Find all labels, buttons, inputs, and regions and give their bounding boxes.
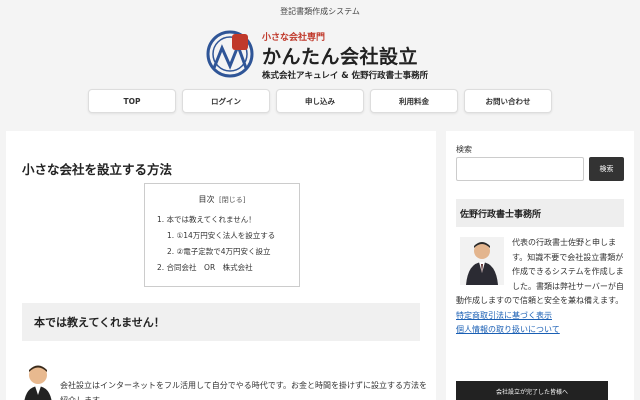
search-label: 検索	[456, 145, 472, 154]
office-widget-title: 佐野行政書士事務所	[456, 199, 624, 227]
toc-header: 目次 [閉じる]	[145, 194, 299, 205]
sidebar: 検索 検索 佐野行政書士事務所 代表の行政書士佐野と申します。知識不要で会社設立…	[446, 131, 634, 400]
toc-item-1[interactable]: 1. 本では教えてくれません！	[145, 212, 299, 228]
nav-pricing-button[interactable]: 利用料金	[370, 89, 458, 113]
global-nav: TOP ログイン 申し込み 利用料金 お問い合わせ	[88, 89, 552, 113]
search-input[interactable]	[456, 157, 584, 181]
nav-login-button[interactable]: ログイン	[182, 89, 270, 113]
intro-paragraph: 会社設立はインターネットをフル活用して自分でやる時代です。お金と時間を掛けずに設…	[60, 381, 427, 400]
office-widget-body: 代表の行政書士佐野と申します。知識不要で会社設立書類が作成できるシステムを作成し…	[456, 236, 628, 338]
tokusho-link[interactable]: 特定商取引法に基づく表示	[456, 311, 552, 320]
toc-item-1-2[interactable]: 2. ②電子定款で4万円安く設立	[145, 244, 299, 260]
toc-item-2[interactable]: 2. 合同会社 OR 株式会社	[145, 260, 299, 276]
site-title[interactable]: かんたん会社設立	[262, 42, 418, 69]
company-name: 株式会社アキュレイ & 佐野行政書士事務所	[262, 71, 429, 81]
toc-toggle-link[interactable]: [閉じる]	[219, 196, 245, 204]
table-of-contents: 目次 [閉じる] 1. 本では教えてくれません！ 1. ①14万円安く法人を設立…	[144, 183, 300, 287]
author-avatar-icon	[24, 365, 52, 400]
section-heading: 本では教えてくれません！	[22, 303, 420, 341]
nav-contact-button[interactable]: お問い合わせ	[464, 89, 552, 113]
search-button[interactable]: 検索	[589, 157, 624, 181]
toc-heading: 目次	[198, 195, 215, 204]
photo-spacer	[456, 236, 512, 294]
article-title: 小さな会社を設立する方法	[22, 162, 173, 177]
logo-seal-icon[interactable]	[204, 28, 256, 80]
nav-apply-button[interactable]: 申し込み	[276, 89, 364, 113]
main-content: 小さな会社を設立する方法 目次 [閉じる] 1. 本では教えてくれません！ 1.…	[6, 131, 436, 400]
nav-top-button[interactable]: TOP	[88, 89, 176, 113]
toc-list: 1. 本では教えてくれません！ 1. ①14万円安く法人を設立する 2. ②電子…	[145, 212, 299, 276]
privacy-link[interactable]: 個人情報の取り扱いについて	[456, 325, 560, 334]
completed-banner[interactable]: 会社設立が完了した皆様へ	[456, 381, 608, 400]
site-tagline: 登記書類作成システム	[280, 7, 360, 16]
toc-item-1-1[interactable]: 1. ①14万円安く法人を設立する	[145, 228, 299, 244]
